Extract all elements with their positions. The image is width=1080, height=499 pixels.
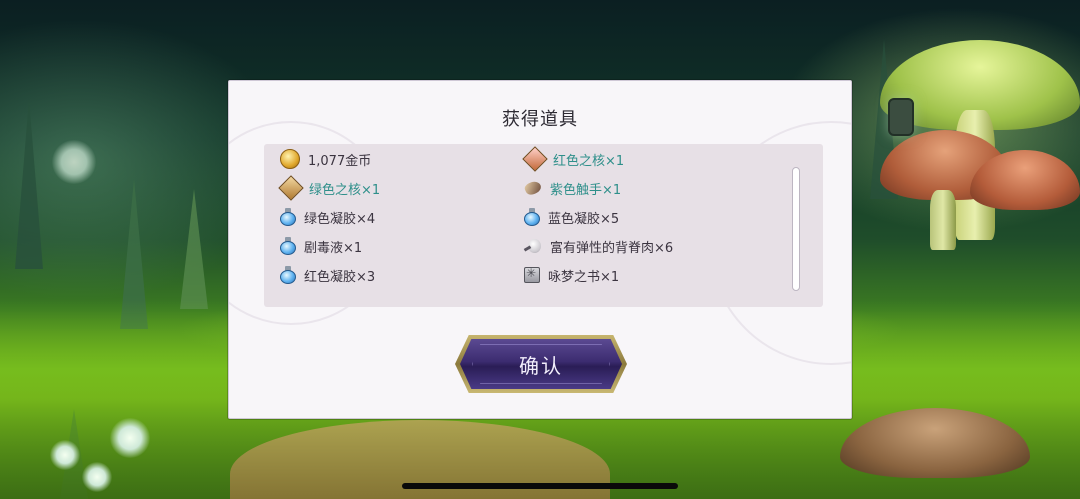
- dialog-title: 获得道具: [502, 109, 578, 130]
- meat-icon: [524, 238, 542, 254]
- list-item: 红色之核×1: [522, 146, 625, 172]
- reward-dialog: 获得道具 1,077金币 红色之核×1 绿色之核×1 紫色触手×1 绿色凝胶×4…: [228, 80, 852, 419]
- item-label: 绿色之核×1: [309, 182, 381, 198]
- item-label: 紫色触手×1: [550, 182, 622, 198]
- crystal-spike: [180, 189, 208, 309]
- item-label: 红色凝胶×3: [304, 269, 376, 285]
- potion-icon: [280, 266, 296, 284]
- item-list[interactable]: 1,077金币 红色之核×1 绿色之核×1 紫色触手×1 绿色凝胶×4 蓝色凝胶…: [264, 144, 823, 307]
- glow-flower: [82, 462, 112, 492]
- list-item: 蓝色凝胶×5: [524, 204, 619, 230]
- item-label: 红色之核×1: [553, 153, 625, 169]
- mushroom-stem: [930, 190, 956, 250]
- list-item: 富有弹性的背脊肉×6: [524, 233, 673, 259]
- list-item: 1,077金币: [280, 146, 371, 172]
- glow-flower: [50, 440, 80, 470]
- crystal-spike: [15, 99, 43, 269]
- confirm-button[interactable]: 确认: [455, 335, 627, 393]
- item-label: 蓝色凝胶×5: [548, 211, 620, 227]
- item-label: 咏梦之书×1: [548, 269, 620, 285]
- green-core-icon: [278, 175, 304, 201]
- item-label: 剧毒液×1: [304, 240, 363, 256]
- list-scrollbar[interactable]: [792, 167, 800, 291]
- confirm-button-face[interactable]: 确认: [460, 339, 622, 389]
- list-item: 紫色触手×1: [524, 175, 621, 201]
- confirm-label: 确认: [519, 353, 563, 378]
- glow-flower: [52, 140, 96, 184]
- home-indicator[interactable]: [402, 483, 678, 489]
- item-label: 富有弹性的背脊肉×6: [550, 240, 674, 256]
- list-item: 红色凝胶×3: [280, 262, 375, 288]
- glow-flower: [110, 418, 150, 458]
- list-item: 绿色之核×1: [278, 175, 381, 201]
- list-item: 咏梦之书×1: [524, 262, 619, 288]
- potion-icon: [280, 237, 296, 255]
- potion-icon: [280, 208, 296, 226]
- potion-icon: [524, 208, 540, 226]
- lantern-icon: [888, 98, 914, 136]
- item-label: 1,077金币: [308, 153, 372, 169]
- tentacle-icon: [524, 180, 542, 196]
- list-item: 剧毒液×1: [280, 233, 362, 259]
- list-item: 绿色凝胶×4: [280, 204, 375, 230]
- coin-icon: [280, 149, 300, 169]
- item-label: 绿色凝胶×4: [304, 211, 376, 227]
- book-icon: [524, 266, 540, 283]
- red-core-icon: [522, 146, 548, 172]
